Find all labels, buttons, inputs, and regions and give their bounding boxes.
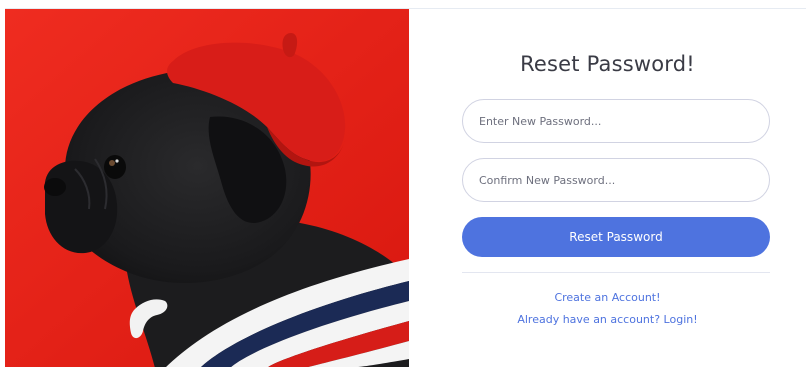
page-title: Reset Password! xyxy=(520,52,695,76)
reset-password-card: Reset Password! Reset Password Create an… xyxy=(5,8,806,367)
hero-image xyxy=(5,9,409,367)
page: Reset Password! Reset Password Create an… xyxy=(0,0,806,367)
form-pane: Reset Password! Reset Password Create an… xyxy=(409,9,806,367)
create-account-link[interactable]: Create an Account! xyxy=(409,291,806,304)
new-password-input[interactable] xyxy=(462,99,770,143)
divider xyxy=(462,272,770,273)
reset-password-button[interactable]: Reset Password xyxy=(462,217,770,257)
pug-illustration-icon xyxy=(5,9,409,367)
confirm-password-input[interactable] xyxy=(462,158,770,202)
login-link[interactable]: Already have an account? Login! xyxy=(409,313,806,326)
